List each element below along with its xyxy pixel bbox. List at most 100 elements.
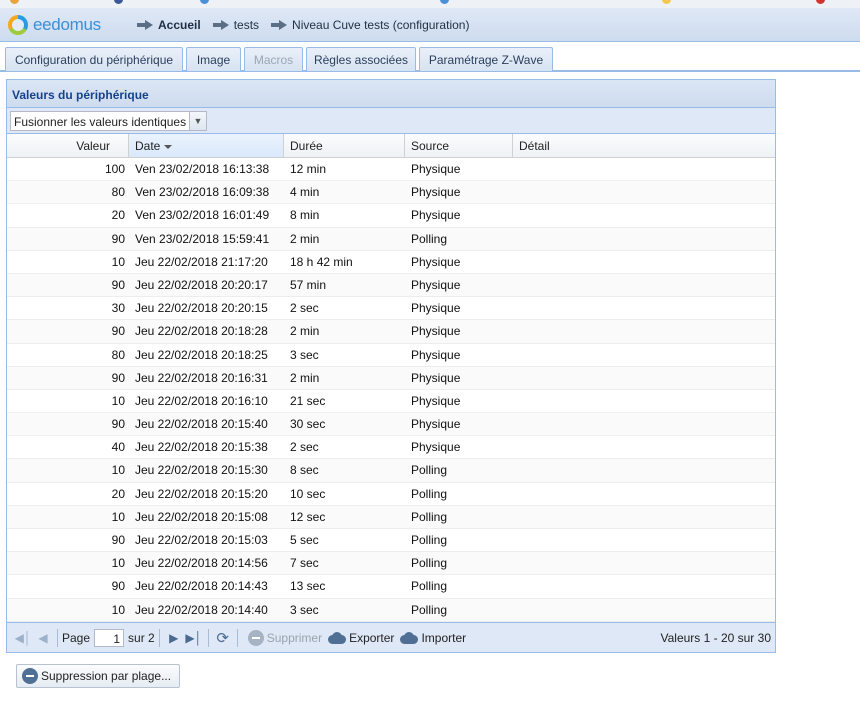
cell-date: Jeu 22/02/2018 20:14:43 [135,579,268,594]
cell-detail [513,228,775,250]
import-button-label: Importer [421,630,467,645]
table-row[interactable]: 90 Jeu 22/02/2018 20:15:03 5 sec Polling [7,529,775,553]
toolbar-separator [57,628,58,647]
cell-source: Physique [411,393,461,408]
cell-date: Jeu 22/02/2018 20:15:38 [135,440,268,455]
cell-duration: 13 sec [290,579,326,594]
table-row[interactable]: 10 Jeu 22/02/2018 20:15:30 8 sec Polling [7,459,775,483]
cell-detail [513,274,775,296]
delete-button: Supprimer [247,629,323,646]
merge-values-select-value: Fusionner les valeurs identiques [14,115,187,129]
column-header-duration[interactable]: Durée [284,134,405,157]
arrow-right-icon [137,19,153,31]
sort-desc-icon [164,144,173,149]
delete-button-label: Supprimer [266,630,323,645]
table-row[interactable]: 90 Jeu 22/02/2018 20:20:17 57 min Physique [7,273,775,298]
cell-date: Jeu 22/02/2018 20:18:25 [135,347,268,362]
cell-source: Polling [411,463,448,478]
column-header-detail[interactable]: Détail [513,134,775,157]
cell-value: 90 [111,277,125,292]
breadcrumb-device: Niveau Cuve tests (configuration) [292,18,470,32]
table-row[interactable]: 90 Jeu 22/02/2018 20:14:43 13 sec Polling [7,575,775,599]
eedomus-logo[interactable]: eedomus [8,15,101,35]
chevron-down-icon[interactable]: ▼ [189,112,206,130]
tab-device-config[interactable]: Configuration du périphérique [5,47,183,71]
cell-duration: 21 sec [290,393,326,408]
cell-value: 10 [111,463,125,478]
cell-date: Jeu 22/02/2018 20:14:56 [135,556,268,571]
tab-image[interactable]: Image [186,47,241,71]
cell-value: 20 [111,486,125,501]
cell-detail [513,344,775,366]
page-number-input[interactable]: 1 [94,628,125,647]
cell-duration: 30 sec [290,417,326,432]
cell-source: Polling [411,486,448,501]
cell-duration: 8 min [290,208,320,223]
cell-date: Jeu 22/02/2018 20:15:03 [135,533,268,547]
next-page-icon[interactable]: ▶ [164,628,184,648]
cell-duration: 57 min [290,277,327,292]
table-row[interactable]: 80 Ven 23/02/2018 16:09:38 4 min Physique [7,181,775,205]
breadcrumb-room[interactable]: tests [234,18,259,32]
toolbar-separator [158,628,160,647]
cell-duration: 12 sec [290,509,326,524]
cell-source: Polling [411,579,448,594]
cell-date: Jeu 22/02/2018 20:18:28 [135,324,268,339]
cell-detail [513,459,775,481]
cell-date: Jeu 22/02/2018 20:15:08 [135,509,268,524]
browser-bookmarks-strip [0,0,860,8]
cell-date: Ven 23/02/2018 15:59:41 [135,231,270,246]
table-row[interactable]: 10 Jeu 22/02/2018 20:15:08 12 sec Polling [7,505,775,529]
cell-value: 10 [111,254,125,269]
previous-page-icon: ◀ [38,630,48,645]
table-row[interactable]: 10 Jeu 22/02/2018 20:14:40 3 sec Polling [7,598,775,622]
table-row[interactable]: 10 Jeu 22/02/2018 20:16:10 21 sec Physique [7,390,775,414]
table-row[interactable]: 10 Jeu 22/02/2018 21:17:20 18 h 42 min Phys… [7,251,775,274]
grid-body: 100 Ven 23/02/2018 16:13:38 12 min Physique… [7,158,775,622]
cell-detail [513,297,775,319]
column-header-value[interactable]: Valeur [7,134,129,157]
minus-circle-icon [22,668,38,684]
first-page-icon: ◀│ [14,630,32,645]
cell-source: Physique [411,162,461,176]
table-row[interactable]: 30 Jeu 22/02/2018 20:20:15 2 sec Physique [7,297,775,321]
cell-date: Jeu 22/02/2018 21:17:20 [135,254,268,269]
table-row[interactable]: 20 Ven 23/02/2018 16:01:49 8 min Physique [7,204,775,228]
table-row[interactable]: 10 Jeu 22/02/2018 20:14:56 7 sec Polling [7,552,775,576]
column-header-source[interactable]: Source [405,134,513,157]
table-row[interactable]: 80 Jeu 22/02/2018 20:18:25 3 sec Physique [7,344,775,367]
table-row[interactable]: 90 Jeu 22/02/2018 20:18:28 2 min Physique [7,320,775,344]
cell-duration: 3 sec [290,602,319,617]
cell-value: 90 [111,324,125,339]
breadcrumb: Accueil tests Niveau Cuve tests (configu… [132,18,469,32]
page-count-label: sur 2 [128,630,155,645]
merge-values-select[interactable]: Fusionner les valeurs identiques ▼ [10,111,207,131]
cell-detail [513,320,775,342]
last-page-icon[interactable]: ▶│ [184,628,204,648]
tab-rules[interactable]: Règles associées [306,47,416,71]
table-row[interactable]: 20 Jeu 22/02/2018 20:15:20 10 sec Polling [7,483,775,506]
cell-source: Polling [411,556,448,571]
minus-circle-icon [247,629,264,646]
table-row[interactable]: 100 Ven 23/02/2018 16:13:38 12 min Physique [7,158,775,182]
cell-detail [513,181,775,203]
cell-value: 90 [111,370,125,385]
cell-value: 30 [111,301,125,316]
table-row[interactable]: 90 Ven 23/02/2018 15:59:41 2 min Polling [7,227,775,251]
breadcrumb-home[interactable]: Accueil [158,18,201,32]
cell-source: Physique [411,277,461,292]
refresh-icon[interactable]: ⟳ [213,628,233,648]
cell-date: Jeu 22/02/2018 20:20:15 [135,301,268,316]
cell-duration: 2 sec [290,301,319,316]
range-delete-button[interactable]: Suppression par plage... [16,664,180,688]
export-button[interactable]: Exporter [328,631,394,645]
table-row[interactable]: 90 Jeu 22/02/2018 20:15:40 30 sec Physique [7,413,775,437]
device-values-panel: Valeurs du périphérique Fusionner les va… [6,79,776,653]
tab-zwave-settings[interactable]: Paramétrage Z-Wave [419,47,553,71]
table-row[interactable]: 40 Jeu 22/02/2018 20:15:38 2 sec Physique [7,436,775,460]
cell-source: Physique [411,370,461,385]
column-header-date[interactable]: Date [129,134,284,157]
cell-detail [513,575,775,597]
import-button[interactable]: Importer [400,631,466,645]
table-row[interactable]: 90 Jeu 22/02/2018 20:16:31 2 min Physique [7,366,775,390]
